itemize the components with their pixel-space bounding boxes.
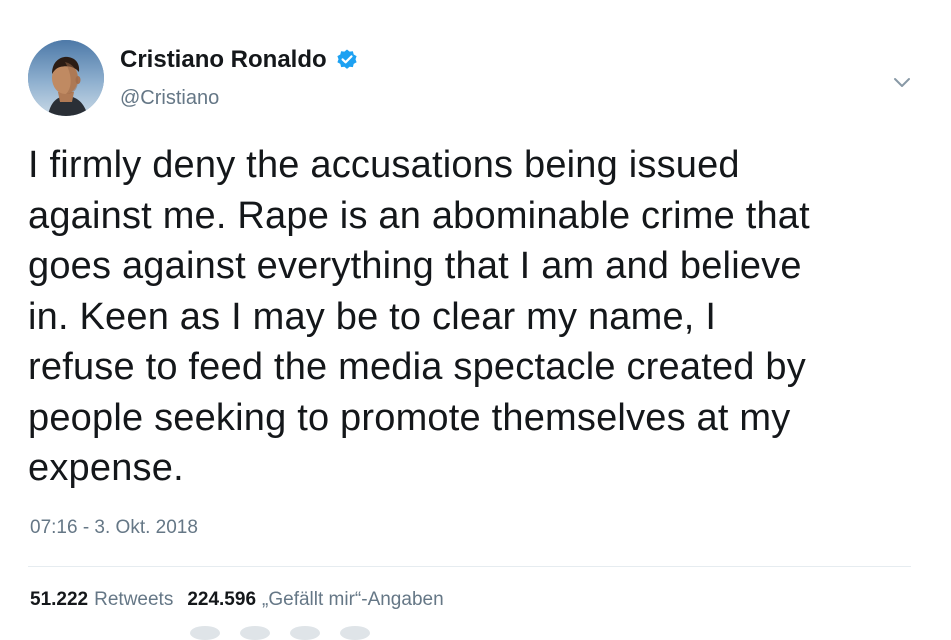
likes-count: 224.596 xyxy=(187,589,257,610)
liker-avatar[interactable] xyxy=(340,626,370,640)
tweet-text-line: against me. Rape is an abominable crime … xyxy=(28,194,810,237)
retweets-count: 51.222 xyxy=(30,589,89,610)
tweet-stats: 51.222 Retweets 224.596 „Gefällt mir“-An… xyxy=(30,589,458,611)
retweets-stat[interactable]: 51.222 Retweets xyxy=(30,589,173,611)
tweet-text-line: refuse to feed the media spectacle creat… xyxy=(28,346,806,388)
tweet-text-line: people seeking to promote themselves at … xyxy=(28,396,791,439)
avatar[interactable] xyxy=(28,40,104,116)
likes-label: „Gefällt mir“-Angaben xyxy=(262,589,444,610)
liker-avatars xyxy=(180,626,480,640)
liker-avatar[interactable] xyxy=(290,626,320,640)
author-handle[interactable]: @Cristiano xyxy=(120,87,219,110)
author-name-row[interactable]: Cristiano Ronaldo xyxy=(120,46,359,74)
retweets-label: Retweets xyxy=(94,589,174,610)
author-display-name[interactable]: Cristiano Ronaldo xyxy=(120,46,327,74)
likes-stat[interactable]: 224.596 „Gefällt mir“-Angaben xyxy=(187,589,443,611)
tweet-text-line: goes against everything that I am and be… xyxy=(28,245,802,287)
tweet-card: Cristiano Ronaldo @Cristiano I firmly de… xyxy=(0,0,951,640)
tweet-text: I firmly deny the accusations being issu… xyxy=(28,140,928,494)
liker-avatar[interactable] xyxy=(240,626,270,640)
divider xyxy=(28,566,911,567)
tweet-timestamp[interactable]: 07:16 - 3. Okt. 2018 xyxy=(30,517,198,539)
tweet-text-line: expense. xyxy=(28,447,184,489)
verified-badge-icon xyxy=(335,48,359,72)
tweet-text-line: I firmly deny the accusations being issu… xyxy=(28,144,740,186)
avatar-photo xyxy=(28,40,104,116)
tweet-text-line: in. Keen as I may be to clear my name, I xyxy=(28,295,717,338)
liker-avatar[interactable] xyxy=(190,626,220,640)
chevron-down-icon[interactable] xyxy=(888,68,916,96)
